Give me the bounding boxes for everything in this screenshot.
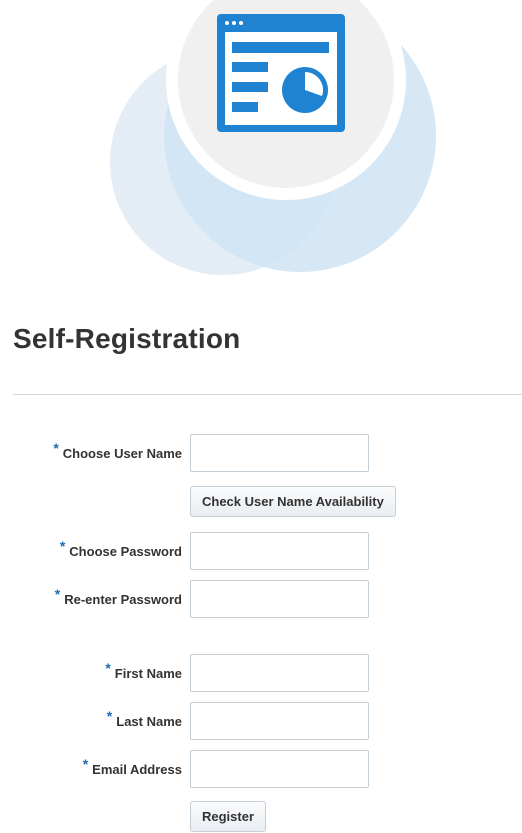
register-button[interactable]: Register	[190, 801, 267, 832]
hero-illustration	[110, 0, 436, 275]
last-name-row: * Last Name	[0, 702, 522, 740]
last-name-input[interactable]	[190, 702, 369, 740]
required-marker: *	[105, 660, 111, 676]
first-name-input[interactable]	[190, 654, 369, 692]
required-marker: *	[53, 440, 59, 456]
email-label-text: Email Address	[92, 762, 182, 777]
email-input[interactable]	[190, 750, 369, 788]
password-row: * Choose Password	[0, 532, 522, 570]
title-divider	[13, 394, 522, 395]
hero-logo	[0, 0, 522, 290]
self-registration-page: Self-Registration * Choose User Name Chec…	[0, 0, 522, 833]
required-marker: *	[106, 708, 113, 724]
email-row: * Email Address	[0, 750, 522, 788]
page-title: Self-Registration	[13, 323, 241, 354]
reenter-password-row: * Re-enter Password	[0, 580, 522, 618]
password-label-text: Choose Password	[69, 544, 182, 559]
required-marker: *	[82, 756, 89, 772]
last-name-label: * Last Name	[107, 702, 182, 740]
reenter-password-label-text: Re-enter Password	[64, 592, 182, 607]
password-input[interactable]	[190, 532, 369, 570]
username-input[interactable]	[190, 434, 369, 472]
first-name-label: * First Name	[105, 654, 182, 692]
required-marker: *	[59, 538, 66, 554]
username-row: * Choose User Name	[0, 434, 522, 472]
reenter-password-label: * Re-enter Password	[55, 580, 182, 618]
first-name-row: * First Name	[0, 654, 522, 692]
check-availability-button[interactable]: Check User Name Availability	[190, 486, 396, 517]
email-label: * Email Address	[83, 750, 182, 788]
required-marker: *	[54, 586, 61, 602]
username-label: * Choose User Name	[53, 434, 182, 472]
last-name-label-text: Last Name	[116, 714, 182, 729]
reenter-password-input[interactable]	[190, 580, 369, 618]
dashboard-window-icon	[217, 14, 345, 132]
username-label-text: Choose User Name	[62, 446, 182, 461]
password-label: * Choose Password	[60, 532, 182, 570]
first-name-label-text: First Name	[114, 666, 182, 681]
